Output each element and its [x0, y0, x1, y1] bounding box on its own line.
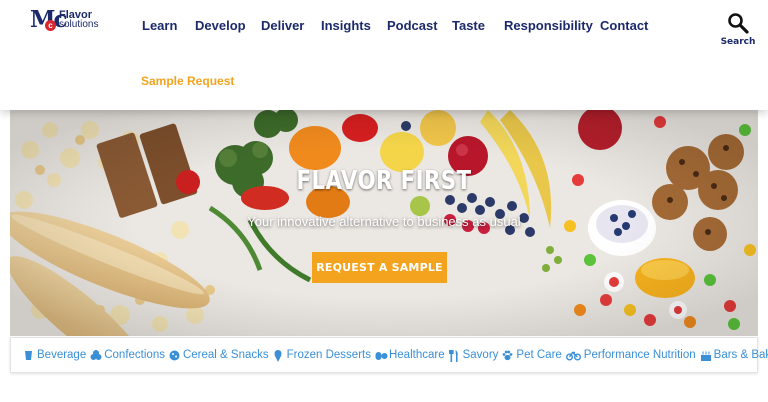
category-label: Cereal & Snacks [182, 349, 269, 361]
request-sample-button[interactable]: REQUEST A SAMPLE [312, 252, 447, 283]
cup-icon [23, 350, 34, 361]
nav-develop[interactable]: Develop [195, 18, 246, 33]
cookie-icon [169, 350, 180, 361]
logo-red-dot: c [45, 20, 56, 31]
nav-deliver[interactable]: Deliver [261, 18, 304, 33]
search-icon [728, 13, 749, 34]
category-label: Pet Care [516, 349, 562, 361]
nav-taste[interactable]: Taste [452, 18, 485, 33]
hero-title: FLAVOR FIRST [296, 166, 472, 196]
search-button[interactable]: Search [718, 12, 758, 47]
category-bars-bakery[interactable]: Bars & Bakery [700, 349, 768, 361]
category-label: Confections [104, 349, 165, 361]
pills-icon [375, 350, 388, 361]
category-label: Savory [462, 349, 499, 361]
nav-sample-request[interactable]: Sample Request [141, 74, 234, 88]
ice-cream-icon [273, 349, 284, 362]
logo-mark-icon: Mc c [30, 6, 67, 34]
category-healthcare[interactable]: Healthcare [375, 349, 445, 361]
bicycle-icon [565, 350, 581, 361]
brand-logo[interactable]: Mc c Flavor solutions [30, 6, 98, 34]
nav-learn[interactable]: Learn [142, 18, 177, 33]
category-pet-care[interactable]: Pet Care [502, 349, 562, 361]
nav-podcast[interactable]: Podcast [387, 18, 438, 33]
category-confections[interactable]: Confections [90, 349, 165, 361]
utensils-icon [448, 349, 460, 362]
site-header: Mc c Flavor solutions Learn Develop Deli… [0, 0, 768, 110]
category-performance-nutrition[interactable]: Performance Nutrition [565, 349, 696, 361]
category-savory[interactable]: Savory [448, 349, 499, 362]
hero-subtitle: Your innovative alternative to business … [247, 214, 521, 229]
category-label: Healthcare [388, 349, 445, 361]
category-cereal-snacks[interactable]: Cereal & Snacks [169, 349, 269, 361]
category-label: Beverage [37, 349, 87, 361]
category-frozen-desserts[interactable]: Frozen Desserts [273, 349, 371, 362]
nav-insights[interactable]: Insights [321, 18, 371, 33]
nav-responsibility[interactable]: Responsibility [504, 18, 593, 33]
category-bar: Beverage Confections Cereal & Snacks Fro… [10, 337, 768, 373]
hero-banner: FLAVOR FIRST Your innovative alternative… [10, 110, 758, 336]
cake-icon [700, 350, 711, 361]
candy-icon [90, 349, 102, 361]
paw-icon [502, 350, 513, 361]
category-label: Performance Nutrition [583, 349, 696, 361]
nav-contact[interactable]: Contact [600, 18, 648, 33]
category-beverage[interactable]: Beverage [23, 349, 86, 361]
category-label: Frozen Desserts [286, 349, 371, 361]
search-label: Search [720, 37, 756, 47]
category-label: Bars & Bakery [713, 349, 768, 361]
